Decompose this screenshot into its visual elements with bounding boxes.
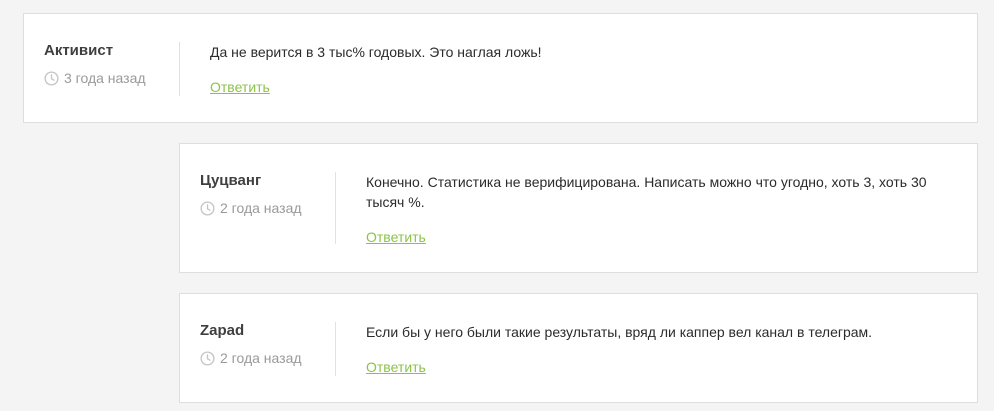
- comment-date: 3 года назад: [64, 70, 146, 86]
- comment-divider: [179, 42, 180, 96]
- comment-card: Zapad 2 года назад Если бы у него были т…: [179, 293, 978, 403]
- reply-link[interactable]: Ответить: [210, 78, 270, 96]
- comment-meta: Zapad 2 года назад: [200, 322, 336, 367]
- comment-divider: [335, 172, 336, 244]
- comment-text: Да не верится в 3 тыс% годовых. Это нагл…: [210, 44, 542, 60]
- comment-date-row: 3 года назад: [44, 69, 180, 87]
- comment-author: Активист: [44, 42, 114, 59]
- comment-author: Цуцванг: [200, 172, 262, 189]
- clock-icon: [200, 200, 215, 216]
- comment-date-row: 2 года назад: [200, 199, 336, 217]
- reply-link[interactable]: Ответить: [366, 358, 426, 376]
- comment-meta: Активист 3 года назад: [44, 42, 180, 87]
- comment-body: Конечно. Статистика не верифицирована. Н…: [366, 172, 937, 247]
- clock-icon: [200, 350, 215, 366]
- comment-author: Zapad: [200, 322, 245, 339]
- comment-meta: Цуцванг 2 года назад: [200, 172, 336, 217]
- comment-date: 2 года назад: [220, 350, 302, 366]
- comment-date-row: 2 года назад: [200, 349, 336, 367]
- comment-card: Цуцванг 2 года назад Конечно. Статистика…: [179, 143, 978, 273]
- comment-divider: [335, 322, 336, 376]
- reply-link[interactable]: Ответить: [366, 228, 426, 246]
- clock-icon: [44, 70, 59, 86]
- comment-text: Конечно. Статистика не верифицирована. Н…: [366, 174, 927, 210]
- comment-date: 2 года назад: [220, 200, 302, 216]
- comment-body: Да не верится в 3 тыс% годовых. Это нагл…: [210, 42, 937, 97]
- comment-text: Если бы у него были такие результаты, вр…: [366, 324, 873, 340]
- comment-body: Если бы у него были такие результаты, вр…: [366, 322, 937, 377]
- comment-card: Активист 3 года назад Да не верится в 3 …: [23, 13, 978, 123]
